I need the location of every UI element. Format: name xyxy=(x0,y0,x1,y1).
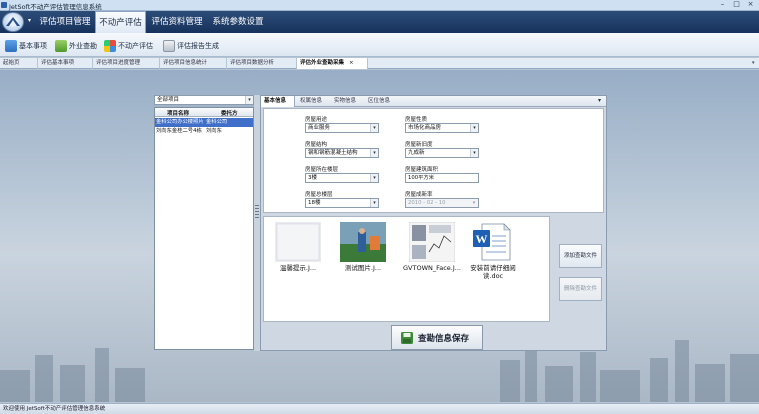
table-row[interactable]: 刘向东金桂二号4栋 刘向东 xyxy=(155,127,253,136)
column-header-project-name: 项目名称 xyxy=(167,111,190,117)
chevron-down-icon: ▾ xyxy=(370,199,378,207)
project-filter-select[interactable]: 全部项目 ▾ xyxy=(154,95,254,105)
doc-tab-analysis[interactable]: 评估项目数据分析 xyxy=(227,58,297,69)
chevron-down-icon: ▾ xyxy=(370,149,378,157)
table-row[interactable]: 金科公司办公楼照片 金科公司 xyxy=(155,118,253,127)
tab-close-icon[interactable]: × xyxy=(349,60,354,66)
file-item[interactable]: 温馨提示.J... xyxy=(272,217,324,279)
tab-list-chevron-icon[interactable]: ▾ xyxy=(752,60,755,66)
splitter-grip-icon xyxy=(255,205,259,219)
tab-basic-info[interactable]: 基本信息 xyxy=(261,96,295,107)
minimize-icon[interactable]: – xyxy=(716,0,729,9)
chevron-down-icon: ▾ xyxy=(370,174,378,182)
total-floors-label: 房屋总楼层 xyxy=(305,192,333,198)
structure-select[interactable]: 钢和钢筋混凝土结构 ▾ xyxy=(305,148,379,158)
column-header-client: 委托方 xyxy=(221,111,238,117)
quick-access-chevron-icon[interactable]: ▾ xyxy=(28,17,31,24)
document-icon xyxy=(5,40,17,52)
real-estate-assessment-button[interactable]: 不动产评估 xyxy=(104,38,153,54)
basic-items-button[interactable]: 基本事项 xyxy=(5,38,47,54)
maximize-icon[interactable]: □ xyxy=(730,0,743,9)
usage-label: 房屋用途 xyxy=(305,117,328,123)
delete-survey-file-button[interactable]: 删除查勘文件 xyxy=(559,277,602,301)
built-year-label: 房屋成新率 xyxy=(405,192,433,198)
status-text: 欢迎使用 JetSoft不动产评估管理信息系统 xyxy=(3,406,106,412)
doc-tab-start[interactable]: 起始页 xyxy=(0,58,38,69)
nature-label: 房屋性质 xyxy=(405,117,428,123)
tab-ownership-info[interactable]: 权属信息 xyxy=(297,96,329,107)
total-floors-select[interactable]: 18楼 ▾ xyxy=(305,198,379,208)
file-item[interactable]: 测试图片.J... xyxy=(337,217,389,279)
project-list-header: 项目名称 委托方 xyxy=(155,108,253,117)
chevron-down-icon: ▾ xyxy=(370,124,378,132)
calendar-dropdown-icon: ▾ xyxy=(472,200,476,206)
save-survey-info-button[interactable]: 查勘信息保存 xyxy=(391,325,483,350)
tab-data-management[interactable]: 评估资料管理 xyxy=(148,11,206,33)
survey-file-list: 温馨提示.J... 测试图片.J... GVTOWN_Face.J... W 安… xyxy=(263,216,550,322)
usage-select[interactable]: 商业服务 ▾ xyxy=(305,123,379,133)
panel-menu-chevron-icon[interactable]: ▾ xyxy=(598,97,601,104)
chevron-down-icon: ▾ xyxy=(245,96,253,104)
image-thumbnail xyxy=(409,222,455,262)
area-input[interactable]: 100平方米 xyxy=(405,173,479,183)
app-logo-icon xyxy=(6,17,20,26)
chevron-down-icon: ▾ xyxy=(470,149,478,157)
add-survey-file-button[interactable]: 添加查勘文件 xyxy=(559,244,602,268)
image-thumbnail xyxy=(340,222,386,262)
area-label: 房屋建筑面积 xyxy=(405,167,439,173)
structure-label: 房屋结构 xyxy=(305,142,328,148)
close-icon[interactable]: × xyxy=(744,0,757,9)
tab-location-info[interactable]: 区位信息 xyxy=(365,96,397,107)
floor-label: 房屋所在楼层 xyxy=(305,167,339,173)
tab-system-settings[interactable]: 系统参数设置 xyxy=(209,11,267,33)
window-title: JetSoft不动产评估管理信息系统 xyxy=(9,3,102,11)
report-generation-button[interactable]: 评估报告生成 xyxy=(163,38,219,54)
built-year-date-picker[interactable]: 2010 - 02 - 10 ▾ xyxy=(405,198,479,208)
save-icon xyxy=(401,331,413,344)
report-icon xyxy=(163,40,175,52)
app-icon xyxy=(1,2,7,8)
assessment-icon xyxy=(104,40,116,52)
chevron-down-icon: ▾ xyxy=(470,124,478,132)
doc-tab-statistics[interactable]: 评估项目信息统计 xyxy=(160,58,227,69)
doc-tab-field-survey[interactable]: 评估外业查勘采集 × xyxy=(297,58,368,69)
field-survey-button[interactable]: 外业查勘 xyxy=(55,38,97,54)
word-document-icon: W xyxy=(473,223,511,261)
doc-tab-basic-items[interactable]: 评估基本事项 xyxy=(38,58,93,69)
basic-info-form: 房屋用途 商业服务 ▾ 房屋性质 市场化商品房 ▾ 房屋结构 钢和钢筋混凝土结构 ▾ … xyxy=(263,108,604,213)
project-list: 项目名称 委托方 金科公司办公楼照片 金科公司 刘向东金桂二号4栋 刘向东 xyxy=(154,107,254,350)
survey-detail-panel: 基本信息 权属信息 实物信息 区位信息 ▾ 房屋用途 商业服务 ▾ 房屋性质 市场… xyxy=(260,95,607,351)
status-bar: 欢迎使用 JetSoft不动产评估管理信息系统 xyxy=(0,403,759,414)
tab-project-management[interactable]: 评估项目管理 xyxy=(36,11,94,33)
svg-text:W: W xyxy=(476,232,488,246)
title-bar: JetSoft不动产评估管理信息系统 – □ × xyxy=(0,0,759,11)
floor-select[interactable]: 3楼 ▾ xyxy=(305,173,379,183)
condition-select[interactable]: 九成新 ▾ xyxy=(405,148,479,158)
condition-label: 房屋新旧度 xyxy=(405,142,433,148)
image-thumbnail xyxy=(275,222,321,262)
file-item[interactable]: W 安装前请仔细阅读.doc xyxy=(465,217,521,287)
tab-physical-info[interactable]: 实物信息 xyxy=(331,96,363,107)
folder-icon xyxy=(55,40,67,52)
file-item[interactable]: GVTOWN_Face.J... xyxy=(399,217,465,279)
doc-tab-progress[interactable]: 评估项目进度管理 xyxy=(93,58,160,69)
tab-real-estate-assessment[interactable]: 不动产评估 xyxy=(95,11,146,33)
nature-select[interactable]: 市场化商品房 ▾ xyxy=(405,123,479,133)
